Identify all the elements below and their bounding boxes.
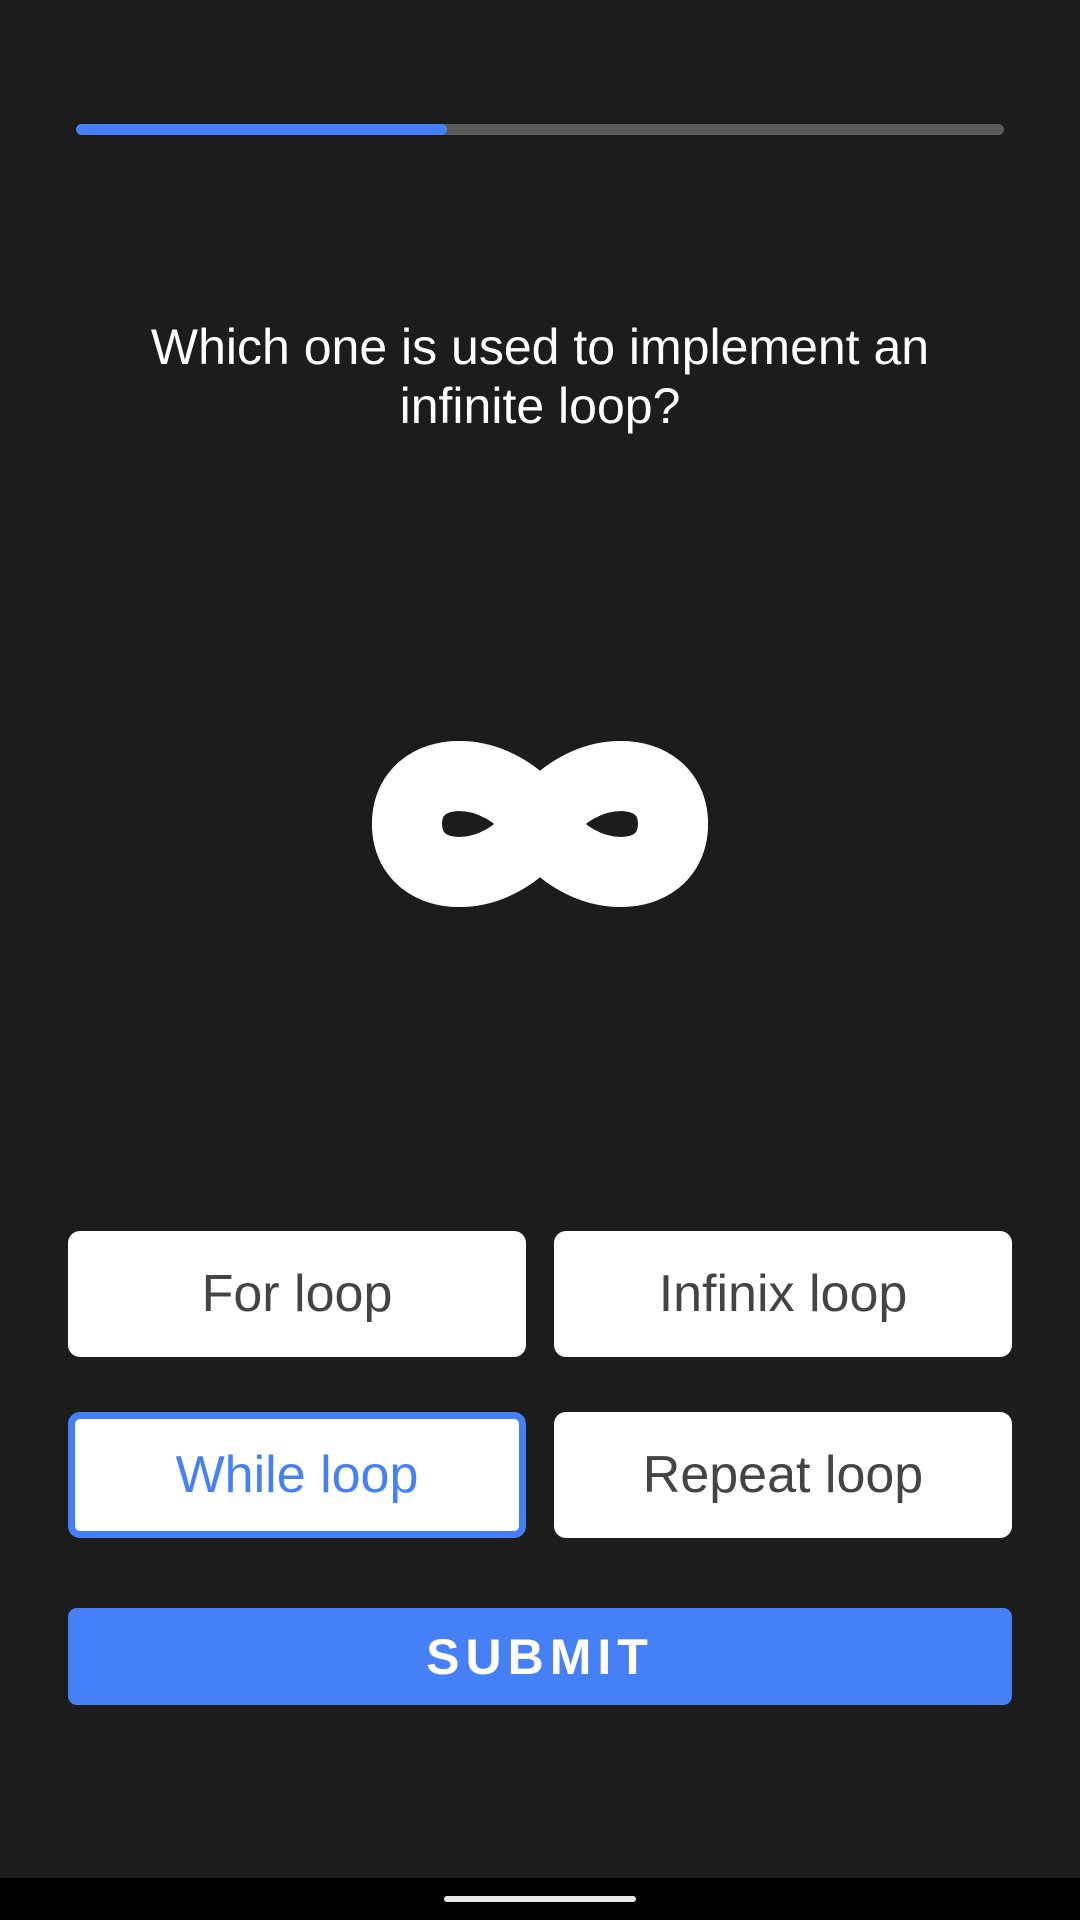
option-for-loop[interactable]: For loop	[68, 1231, 526, 1357]
option-repeat-loop[interactable]: Repeat loop	[554, 1412, 1012, 1538]
home-gesture-handle[interactable]	[444, 1896, 636, 1902]
submit-button-label: SUBMIT	[426, 1628, 654, 1685]
quiz-screen: Which one is used to implement an infini…	[0, 0, 1080, 1878]
option-label: Infinix loop	[658, 1265, 908, 1323]
option-while-loop[interactable]: While loop	[68, 1412, 526, 1538]
submit-button[interactable]: SUBMIT	[68, 1608, 1012, 1705]
option-label: Repeat loop	[642, 1446, 924, 1504]
option-infinix-loop[interactable]: Infinix loop	[554, 1231, 1012, 1357]
system-navigation-bar	[0, 1878, 1080, 1920]
infinity-icon	[371, 741, 709, 907]
option-label: For loop	[201, 1265, 393, 1323]
question-text: Which one is used to implement an infini…	[150, 319, 930, 434]
option-label: While loop	[175, 1446, 419, 1504]
progress-bar-fill	[76, 124, 448, 135]
progress-bar	[76, 124, 1004, 135]
